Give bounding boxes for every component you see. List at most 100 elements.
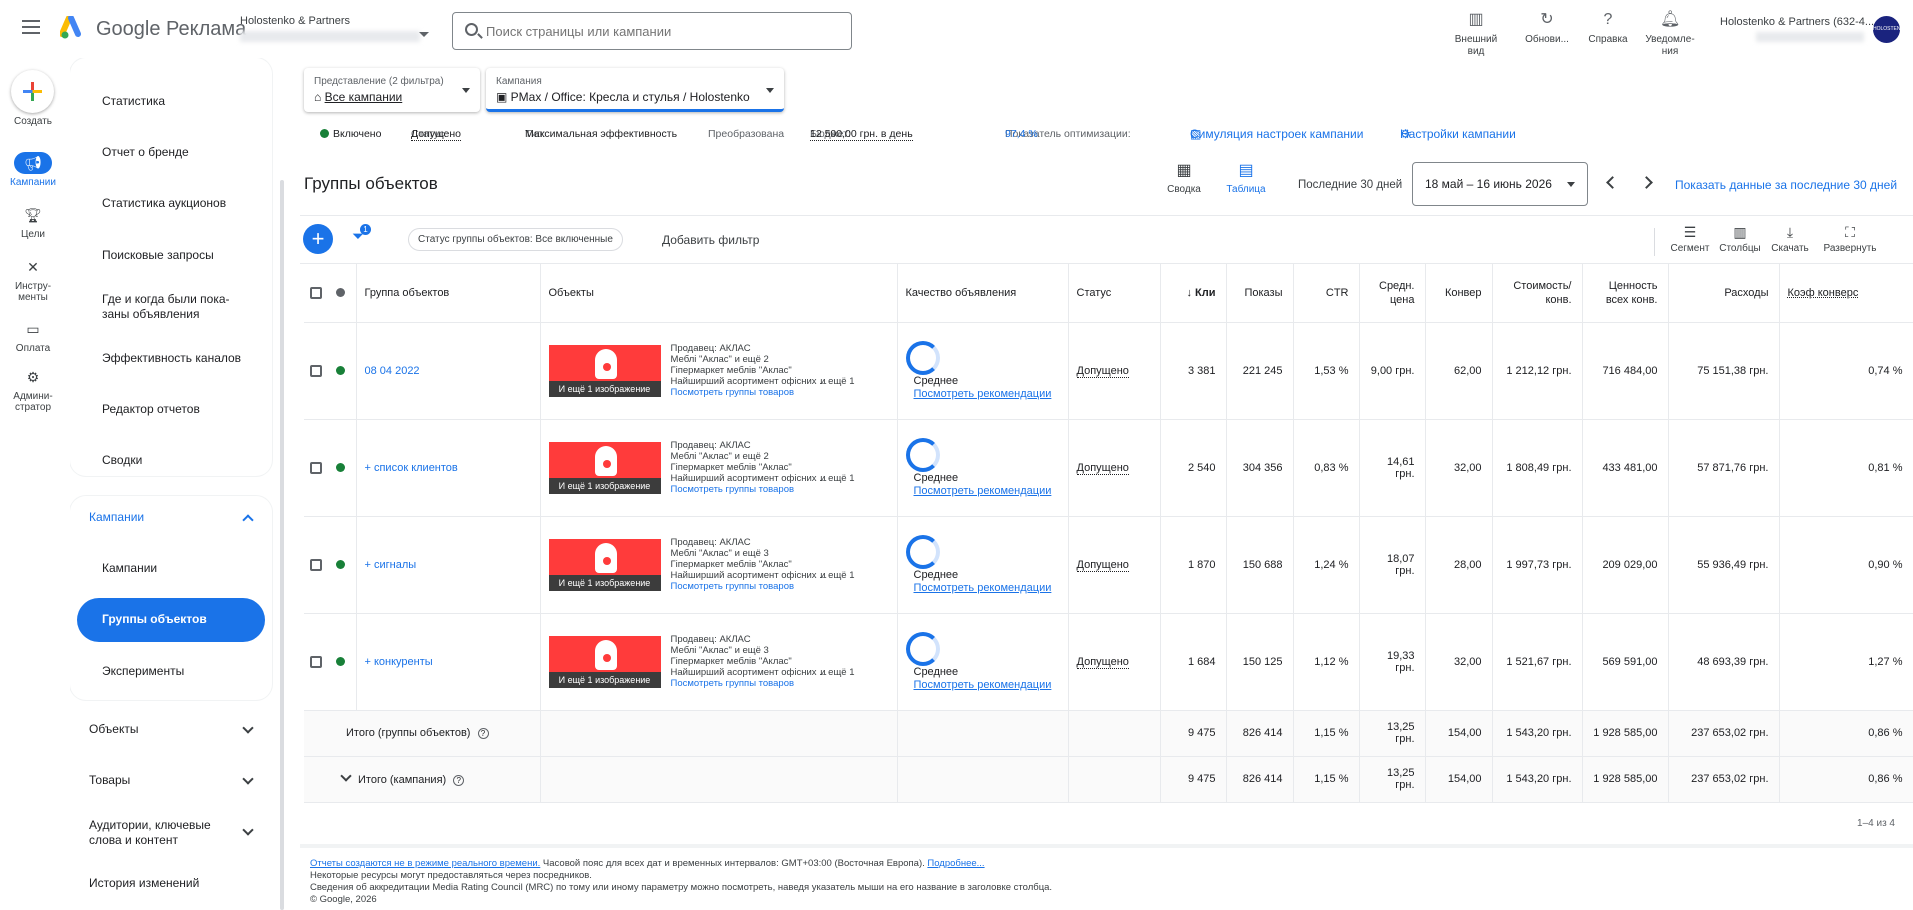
table-row[interactable]: + список клиентов И ещё 1 изображение Прод… — [304, 419, 1913, 517]
nav-section-change-history[interactable]: История изменений — [89, 876, 264, 891]
asset-image-thumbnail[interactable]: И ещё 1 изображение — [548, 441, 661, 494]
row-checkbox[interactable] — [310, 655, 322, 668]
table-row[interactable]: + сигналы И ещё 1 изображение Продавец: АК… — [304, 516, 1913, 614]
row-status[interactable]: Допущено — [1076, 364, 1129, 378]
brand-title[interactable]: Google Реклама — [96, 18, 246, 41]
view-table-button[interactable]: ▤ Таблица — [1222, 162, 1270, 195]
refresh-button[interactable]: ↻ Обнови... — [1517, 10, 1577, 46]
table-row[interactable]: 08 04 2022 И ещё 1 изображение Продавец: А… — [304, 322, 1913, 420]
status-dot-icon[interactable] — [336, 365, 345, 375]
appearance-button[interactable]: ▥ Внешний вид — [1446, 10, 1506, 58]
more-assets-label[interactable]: и ещё 1 — [820, 570, 854, 581]
asset-group-name-link[interactable]: + сигналы — [365, 559, 417, 571]
nav-section-campaigns[interactable]: Кампании — [89, 510, 264, 526]
asset-group-name-link[interactable]: + конкуренты — [365, 656, 433, 668]
nav-item-auction-insights[interactable]: Статистика аукционов — [102, 196, 267, 211]
date-range-picker[interactable]: 18 май – 16 июнь 2026 — [1412, 162, 1588, 206]
view-recommendations-link[interactable]: Посмотреть рекомендации — [914, 582, 1052, 594]
nav-section-products[interactable]: Товары — [89, 773, 264, 788]
search-input[interactable] — [486, 22, 836, 40]
header-cost-per-conv[interactable]: Стоимость/ конв. — [1492, 264, 1583, 323]
nav-item-search-terms[interactable]: Поисковые запросы — [102, 248, 267, 263]
more-assets-label[interactable]: и ещё 1 — [820, 667, 854, 678]
rail-item-goals[interactable]: 🏆︎ Цели — [0, 204, 66, 240]
view-filter-dropdown[interactable]: Представление (2 фильтра) ⌂ Все кампании — [304, 68, 480, 112]
header-asset-group[interactable]: Группа объектов — [356, 264, 541, 323]
status-dot-icon[interactable] — [336, 559, 345, 569]
account-name[interactable]: Holostenko & Partners — [240, 15, 350, 27]
add-filter-button[interactable]: Добавить фильтр — [662, 233, 759, 247]
view-product-groups-link[interactable]: Посмотреть группы товаров — [671, 387, 831, 398]
view-summary-button[interactable]: ▦ Сводка — [1160, 162, 1208, 195]
row-status[interactable]: Допущено — [1076, 558, 1129, 572]
header-impressions[interactable]: Показы — [1226, 264, 1294, 323]
status-dot-icon[interactable] — [336, 656, 345, 666]
hamburger-menu-icon[interactable] — [22, 20, 40, 34]
asset-image-thumbnail[interactable]: И ещё 1 изображение — [548, 635, 661, 688]
nav-item-asset-groups[interactable]: Группы объектов — [102, 612, 267, 627]
select-all-checkbox[interactable] — [310, 286, 322, 299]
more-assets-label[interactable]: и ещё 1 — [820, 473, 854, 484]
header-ad-strength[interactable]: Качество объявления — [897, 264, 1069, 323]
prev-period-icon[interactable] — [1606, 176, 1619, 189]
user-account-name[interactable]: Holostenko & Partners (632-4... — [1720, 16, 1874, 28]
chevron-down-icon[interactable] — [340, 770, 352, 782]
add-asset-group-button[interactable]: + — [303, 224, 333, 254]
nav-item-brand-report[interactable]: Отчет о бренде — [102, 145, 267, 160]
rail-item-admin[interactable]: ⚙ Админи-стратор — [0, 366, 66, 413]
asset-group-name-link[interactable]: + список клиентов — [365, 462, 458, 474]
row-checkbox[interactable] — [310, 558, 322, 571]
view-product-groups-link[interactable]: Посмотреть группы товаров — [671, 581, 831, 592]
header-cost[interactable]: Расходы — [1668, 264, 1780, 323]
nav-section-audiences[interactable]: Аудитории, ключевые слова и контент — [89, 818, 264, 848]
help-icon[interactable]: ? — [453, 775, 465, 786]
rail-item-billing[interactable]: ▭ Оплата — [0, 318, 66, 354]
header-avg-cpc[interactable]: Средн. цена — [1359, 264, 1426, 323]
nav-item-statistics[interactable]: Статистика — [102, 94, 267, 109]
account-dropdown-icon[interactable] — [419, 32, 429, 37]
help-icon[interactable]: ? — [477, 728, 489, 739]
enabled-status[interactable]: Включено — [320, 128, 381, 140]
realtime-note-link[interactable]: Отчеты создаются не в режиме реального в… — [310, 858, 540, 869]
nav-item-where-when[interactable]: Где и когда были пока-заны объявления — [102, 292, 242, 322]
view-recommendations-link[interactable]: Посмотреть рекомендации — [914, 485, 1052, 497]
learn-more-link[interactable]: Подробнее... — [927, 858, 984, 869]
nav-item-report-editor[interactable]: Редактор отчетов — [102, 402, 267, 417]
row-status[interactable]: Допущено — [1076, 655, 1129, 669]
view-product-groups-link[interactable]: Посмотреть группы товаров — [671, 678, 831, 689]
search-box[interactable] — [452, 12, 852, 50]
rail-item-tools[interactable]: ✕ Инстру-менты — [0, 256, 66, 303]
asset-image-thumbnail[interactable]: И ещё 1 изображение — [548, 344, 661, 397]
nav-item-campaigns[interactable]: Кампании — [102, 561, 267, 576]
google-ads-logo-icon[interactable] — [60, 16, 86, 40]
status-filter-chip[interactable]: Статус группы объектов: Все включенные — [408, 228, 623, 251]
header-conv-rate[interactable]: Коэф конверс — [1779, 264, 1913, 323]
segment-button[interactable]: ☰ Сегмент — [1664, 224, 1716, 254]
create-label[interactable]: Создать — [0, 116, 66, 127]
row-checkbox[interactable] — [310, 364, 322, 377]
nav-item-dashboards[interactable]: Сводки — [102, 453, 267, 468]
account-id-blurred[interactable] — [240, 31, 420, 42]
nav-section-assets[interactable]: Объекты — [89, 722, 264, 737]
download-button[interactable]: ⤓ Скачать — [1764, 224, 1816, 254]
asset-group-name-link[interactable]: 08 04 2022 — [365, 365, 420, 377]
notifications-button[interactable]: 🔔︎ Уведомле-ния — [1640, 10, 1700, 58]
expand-button[interactable]: ⛶ Развернуть — [1820, 224, 1880, 254]
rail-item-campaigns[interactable]: 📢︎ Кампании — [0, 152, 66, 188]
header-assets[interactable]: Объекты — [540, 264, 898, 323]
nav-item-experiments[interactable]: Эксперименты — [102, 664, 267, 679]
nav-item-channel-performance[interactable]: Эффективность каналов — [102, 351, 267, 366]
header-all-conv-value[interactable]: Ценность всех конв. — [1582, 264, 1669, 323]
header-conversions[interactable]: Конвер — [1425, 264, 1493, 323]
campaign-filter-dropdown[interactable]: Кампания ▣ PMax / Office: Кресла и стуль… — [486, 68, 784, 112]
view-recommendations-link[interactable]: Посмотреть рекомендации — [914, 679, 1052, 691]
show-last-30-days-link[interactable]: Показать данные за последние 30 дней — [1675, 178, 1897, 192]
status-dot-icon[interactable] — [336, 287, 345, 297]
columns-button[interactable]: ▥ Столбцы — [1714, 224, 1766, 254]
next-period-icon[interactable] — [1640, 176, 1653, 189]
asset-image-thumbnail[interactable]: И ещё 1 изображение — [548, 538, 661, 591]
table-row[interactable]: + конкуренты И ещё 1 изображение Продавец:… — [304, 613, 1913, 711]
header-ctr[interactable]: CTR — [1293, 264, 1360, 323]
status-dot-icon[interactable] — [336, 462, 345, 472]
row-checkbox[interactable] — [310, 461, 322, 474]
